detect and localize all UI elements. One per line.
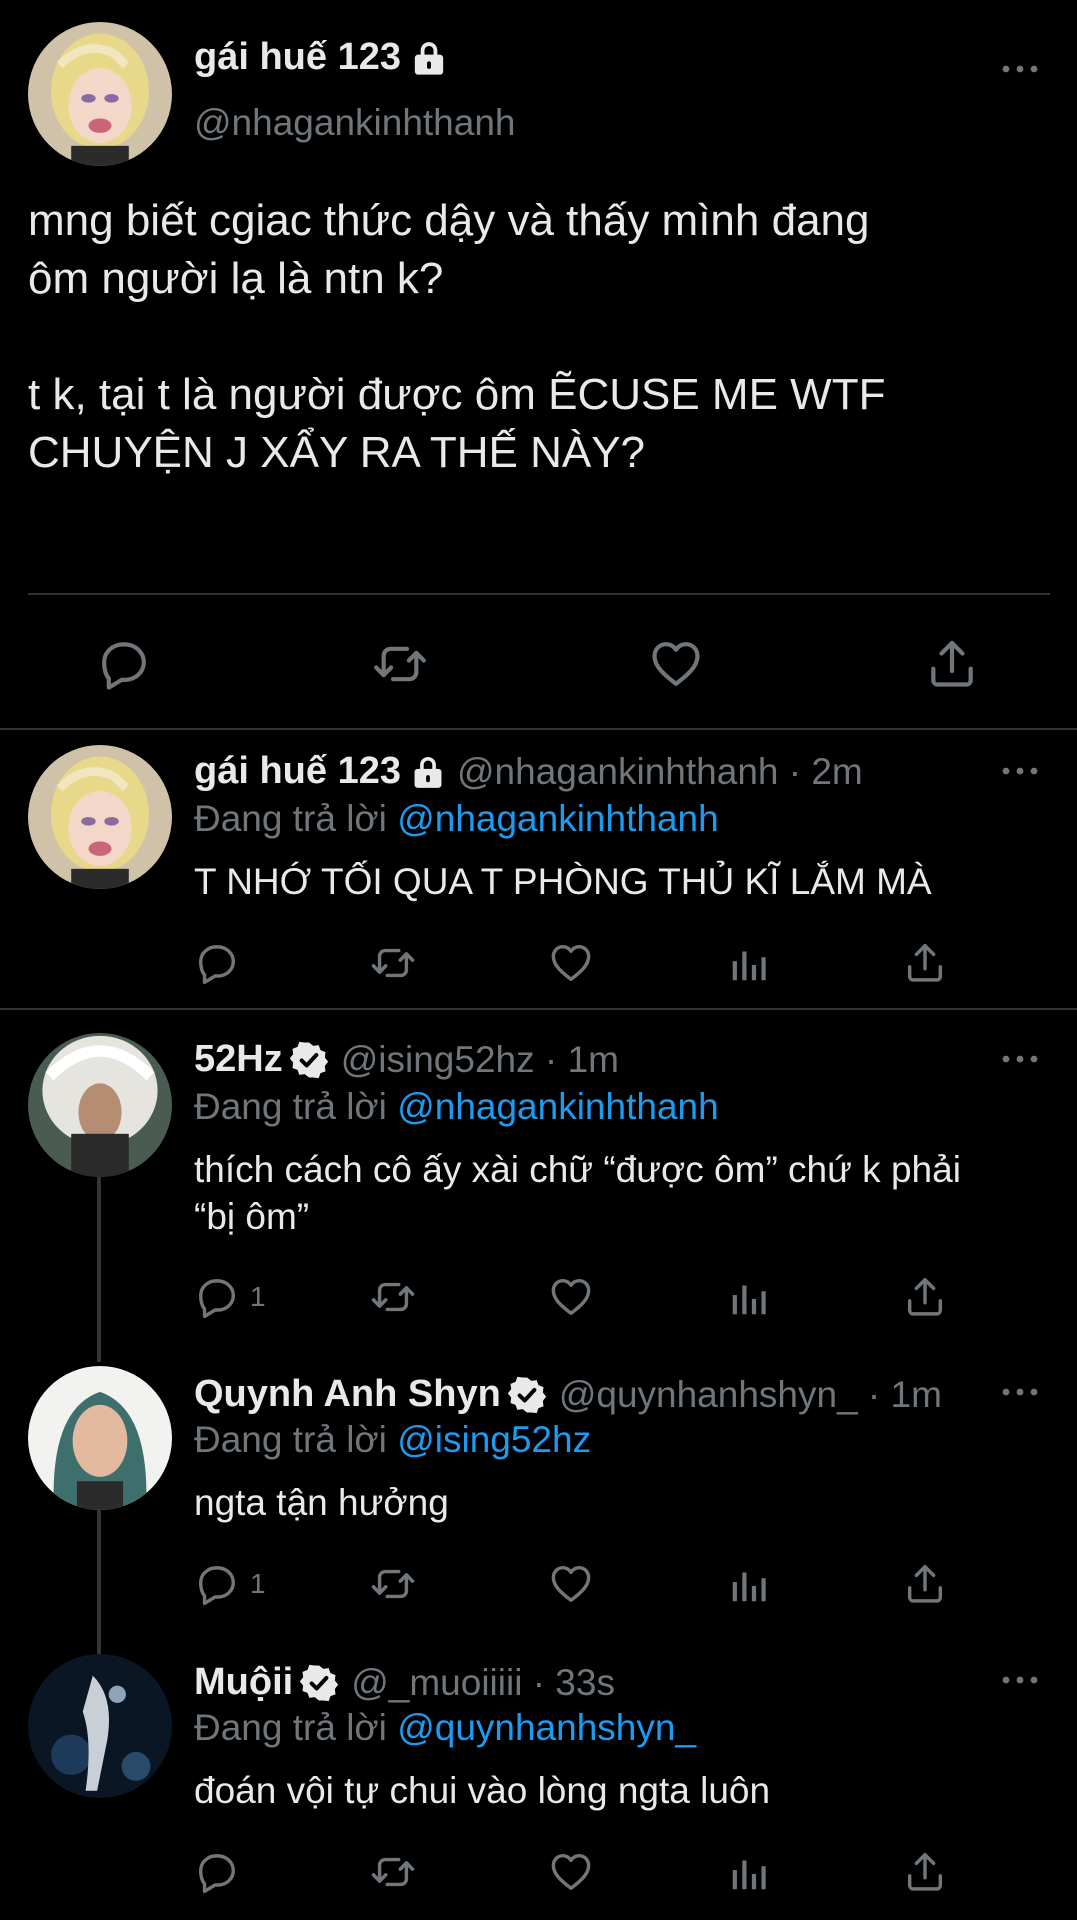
share-button[interactable] (902, 1561, 948, 1607)
share-button[interactable] (902, 1849, 948, 1895)
share-icon[interactable] (924, 636, 980, 692)
reply-icon (194, 1561, 240, 1607)
like-icon (548, 1561, 594, 1607)
reply-count: 1 (250, 1568, 266, 1599)
replying-to-line: Đang trả lời @ising52hz (194, 1419, 592, 1460)
share-icon (902, 1561, 948, 1607)
more-options-icon[interactable] (1000, 62, 1040, 76)
retweet-icon[interactable] (372, 636, 428, 692)
retweet-button[interactable] (370, 1274, 416, 1320)
reply-handle-time[interactable]: @quynhanhshyn_ · 1m (559, 1374, 942, 1416)
views-button[interactable] (726, 940, 772, 986)
share-icon (902, 1849, 948, 1895)
reply-icon[interactable] (96, 636, 152, 692)
retweet-button[interactable] (370, 1849, 416, 1895)
reply-text: đoán vội tự chui vào lòng ngta luôn (194, 1770, 771, 1811)
reply-icon (194, 1274, 240, 1320)
reply-text: T NHỚ TỐI QUA T PHÒNG THỦ KĨ LẮM MÀ (194, 861, 932, 902)
views-button[interactable] (726, 1561, 772, 1607)
like-icon (548, 1274, 594, 1320)
retweet-icon (370, 1274, 416, 1320)
share-button[interactable] (902, 1274, 948, 1320)
replying-to-link[interactable]: @ising52hz (397, 1419, 591, 1460)
reply-display-name[interactable]: 52Hz (194, 1038, 283, 1081)
reply-count: 1 (250, 1281, 266, 1312)
like-icon (548, 1849, 594, 1895)
like-icon[interactable] (648, 636, 704, 692)
avatar-gai-hue[interactable] (28, 745, 172, 889)
separator (0, 1008, 1077, 1010)
lock-icon (409, 38, 449, 78)
avatar-52hz[interactable] (28, 1033, 172, 1177)
replying-to-link[interactable]: @quynhanhshyn_ (397, 1707, 696, 1748)
reply-handle-time[interactable]: @_muoiiiii · 33s (351, 1662, 615, 1704)
reply-icon (194, 1849, 240, 1895)
replying-to-line: Đang trả lời @nhagankinhthanh (194, 1086, 719, 1127)
like-button[interactable] (548, 1274, 594, 1320)
reply-header: 52Hz @ising52hz · 1m (194, 1038, 619, 1081)
verified-badge-icon (289, 1040, 329, 1080)
stats-icon (726, 1561, 772, 1607)
replying-to-link[interactable]: @nhagankinhthanh (397, 1086, 719, 1127)
like-button[interactable] (548, 1849, 594, 1895)
retweet-icon (370, 940, 416, 986)
reply-display-name[interactable]: Quynh Anh Shyn (194, 1373, 501, 1416)
more-options-icon[interactable] (1000, 1052, 1040, 1066)
retweet-icon (370, 1849, 416, 1895)
avatar-quynh-anh-shyn[interactable] (28, 1366, 172, 1510)
like-button[interactable] (548, 1561, 594, 1607)
reply-display-name[interactable]: gái huế 123 (194, 750, 401, 793)
reply-header: Muộii @_muoiiiii · 33s (194, 1661, 615, 1704)
retweet-button[interactable] (370, 940, 416, 986)
avatar-gai-hue[interactable] (28, 22, 172, 166)
retweet-button[interactable] (370, 1561, 416, 1607)
more-options-icon[interactable] (1000, 1673, 1040, 1687)
reply-button[interactable]: 1 (194, 1274, 266, 1320)
reply-handle-time[interactable]: @ising52hz · 1m (341, 1039, 619, 1081)
replying-to-line: Đang trả lời @nhagankinhthanh (194, 798, 719, 839)
replying-to-line: Đang trả lời @quynhanhshyn_ (194, 1707, 697, 1748)
stats-icon (726, 1274, 772, 1320)
reply-header: gái huế 123 @nhagankinhthanh · 2m (194, 750, 863, 793)
more-options-icon[interactable] (1000, 1385, 1040, 1399)
like-icon (548, 940, 594, 986)
reply-text: ngta tận hưởng (194, 1482, 449, 1523)
thread-line (97, 1176, 101, 1362)
like-button[interactable] (548, 940, 594, 986)
replying-to-link[interactable]: @nhagankinhthanh (397, 798, 719, 839)
main-display-name[interactable]: gái huế 123 (194, 36, 449, 79)
separator (0, 728, 1077, 730)
thread-line (97, 1508, 101, 1656)
avatar-muoii[interactable] (28, 1654, 172, 1798)
stats-icon (726, 1849, 772, 1895)
share-icon (902, 1274, 948, 1320)
reply-text: thích cách cô ấy xài chữ “được ôm” chứ k… (194, 1149, 961, 1237)
verified-badge-icon (299, 1663, 339, 1703)
views-button[interactable] (726, 1849, 772, 1895)
reply-button[interactable] (194, 1849, 240, 1895)
main-handle[interactable]: @nhagankinhthanh (194, 102, 516, 144)
reply-header: Quynh Anh Shyn @quynhanhshyn_ · 1m (194, 1373, 942, 1416)
verified-badge-icon (507, 1375, 547, 1415)
main-divider (28, 593, 1050, 595)
reply-button[interactable] (194, 940, 240, 986)
stats-icon (726, 940, 772, 986)
reply-handle-time[interactable]: @nhagankinhthanh · 2m (457, 751, 863, 793)
share-icon (902, 940, 948, 986)
share-button[interactable] (902, 940, 948, 986)
more-options-icon[interactable] (1000, 764, 1040, 778)
main-tweet-text: mng biết cgiac thức dậy và thấy mình đan… (28, 196, 886, 477)
reply-icon (194, 940, 240, 986)
lock-icon (409, 753, 447, 791)
views-button[interactable] (726, 1274, 772, 1320)
reply-button[interactable]: 1 (194, 1561, 266, 1607)
retweet-icon (370, 1561, 416, 1607)
reply-display-name[interactable]: Muộii (194, 1661, 293, 1704)
